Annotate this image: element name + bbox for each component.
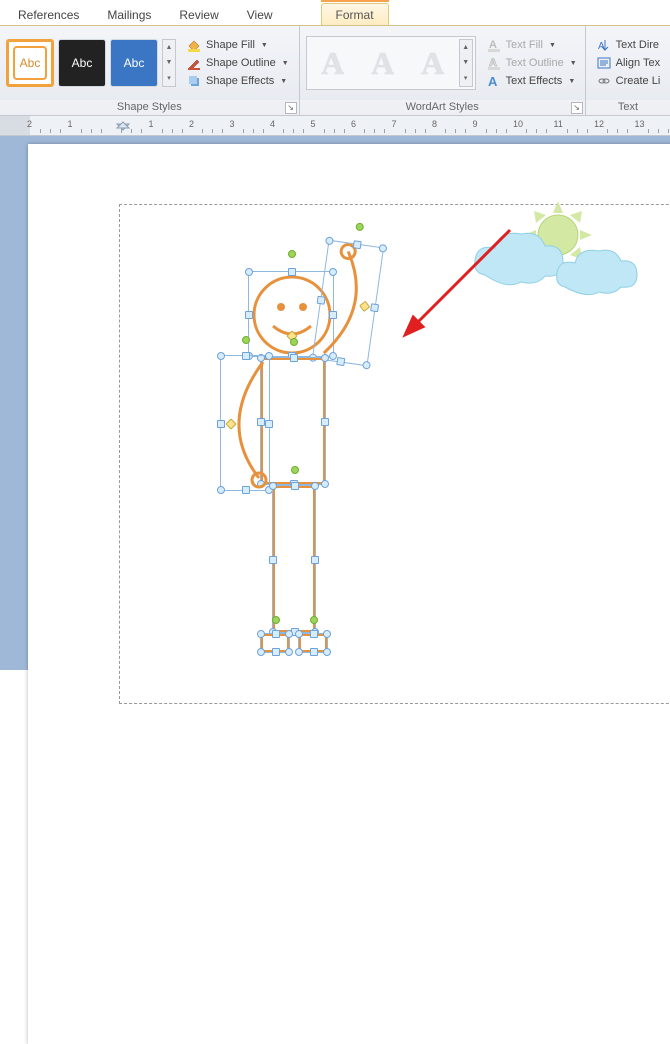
shape-fill-label: Shape Fill xyxy=(206,39,255,51)
ribbon: Abc Abc Abc ▲▼▾ Shape Fill ▼ Shape Outlin… xyxy=(0,26,670,116)
text-outline-label: Text Outline xyxy=(506,57,564,69)
ruler-number: 2 xyxy=(189,119,194,129)
horizontal-ruler[interactable]: 211234567891011121314 xyxy=(0,116,670,136)
shape-effects-button[interactable]: Shape Effects ▼ xyxy=(182,72,293,90)
shape-effects-label: Shape Effects xyxy=(206,75,274,87)
ruler-number: 12 xyxy=(594,119,604,129)
shape-style-thumb-2[interactable]: Abc xyxy=(58,39,106,87)
dialog-launcher-icon[interactable]: ↘ xyxy=(285,102,297,114)
tab-references[interactable]: References xyxy=(4,4,93,25)
text-fill-label: Text Fill xyxy=(506,39,543,51)
shape-style-label: Abc xyxy=(72,56,93,70)
dropdown-icon: ▼ xyxy=(549,42,556,49)
text-effects-label: Text Effects xyxy=(506,75,563,87)
shape-style-gallery[interactable]: Abc Abc Abc ▲▼▾ xyxy=(6,39,176,87)
create-link-button[interactable]: Create Li xyxy=(592,72,665,90)
dropdown-icon: ▼ xyxy=(280,78,287,85)
ruler-number: 13 xyxy=(635,119,645,129)
group-shape-styles: Abc Abc Abc ▲▼▾ Shape Fill ▼ Shape Outlin… xyxy=(0,26,300,115)
ruler-number: 10 xyxy=(513,119,523,129)
annotation-arrow xyxy=(400,225,520,345)
wordart-thumb-1[interactable]: A xyxy=(309,39,357,87)
wordart-thumb-2[interactable]: A xyxy=(359,39,407,87)
shape-style-label: Abc xyxy=(13,46,47,80)
drawing-canvas[interactable] xyxy=(119,204,670,704)
ruler-number: 6 xyxy=(351,119,356,129)
svg-text:A: A xyxy=(598,41,605,52)
wordart-gallery[interactable]: A A A ▲▼▾ xyxy=(306,36,476,90)
ruler-number: 8 xyxy=(432,119,437,129)
indent-marker-icon[interactable] xyxy=(115,116,131,136)
text-effects-icon: A xyxy=(486,73,502,89)
ruler-number: 5 xyxy=(311,119,316,129)
group-wordart-styles: A A A ▲▼▾ A Text Fill ▼ A Text Outline ▼ A… xyxy=(300,26,586,115)
document-area xyxy=(0,136,670,670)
ruler-number: 3 xyxy=(230,119,235,129)
text-direction-icon: A xyxy=(596,37,612,53)
tab-mailings[interactable]: Mailings xyxy=(93,4,165,25)
align-text-label: Align Tex xyxy=(616,57,660,69)
ruler-number: 1 xyxy=(68,119,73,129)
text-outline-icon: A xyxy=(486,55,502,71)
selection-legs[interactable] xyxy=(272,485,316,633)
shape-style-thumb-3[interactable]: Abc xyxy=(110,39,158,87)
dialog-launcher-icon[interactable]: ↘ xyxy=(571,102,583,114)
gallery-more-button[interactable]: ▲▼▾ xyxy=(162,39,176,87)
link-icon xyxy=(596,73,612,89)
dropdown-icon: ▼ xyxy=(282,60,289,67)
shape-fill-button[interactable]: Shape Fill ▼ xyxy=(182,36,293,54)
ruler-number: 11 xyxy=(554,119,563,129)
selection-right-arm[interactable] xyxy=(312,240,384,367)
wordart-thumb-3[interactable]: A xyxy=(409,39,457,87)
text-effects-button[interactable]: A Text Effects ▼ xyxy=(482,72,581,90)
group-text: A Text Dire Align Tex Create Li Text xyxy=(586,26,670,115)
svg-text:A: A xyxy=(488,74,498,88)
tab-review[interactable]: Review xyxy=(165,4,232,25)
gallery-more-button[interactable]: ▲▼▾ xyxy=(459,39,473,87)
shape-style-thumb-1[interactable]: Abc xyxy=(6,39,54,87)
ruler-number: 1 xyxy=(149,119,154,129)
align-text-icon xyxy=(596,55,612,71)
shape-outline-label: Shape Outline xyxy=(206,57,276,69)
text-fill-button[interactable]: A Text Fill ▼ xyxy=(482,36,581,54)
page[interactable] xyxy=(28,144,670,1044)
text-direction-button[interactable]: A Text Dire xyxy=(592,36,665,54)
group-label-wordart: WordArt Styles xyxy=(406,101,479,113)
effects-icon xyxy=(186,73,202,89)
dropdown-icon: ▼ xyxy=(570,60,577,67)
bucket-icon xyxy=(186,37,202,53)
ruler-number: 9 xyxy=(473,119,478,129)
align-text-button[interactable]: Align Tex xyxy=(592,54,665,72)
create-link-label: Create Li xyxy=(616,75,661,87)
group-label-shape-styles: Shape Styles xyxy=(117,101,182,113)
text-outline-button[interactable]: A Text Outline ▼ xyxy=(482,54,581,72)
shape-outline-button[interactable]: Shape Outline ▼ xyxy=(182,54,293,72)
shape-legs-rect[interactable] xyxy=(273,486,315,632)
text-direction-label: Text Dire xyxy=(616,39,659,51)
selection-foot-right[interactable] xyxy=(298,633,328,653)
pencil-icon xyxy=(186,55,202,71)
ribbon-tabs: References Mailings Review View Format xyxy=(0,0,670,26)
text-fill-icon: A xyxy=(486,37,502,53)
group-label-text: Text xyxy=(618,101,638,113)
selection-left-arm[interactable] xyxy=(220,355,270,491)
ruler-number: 4 xyxy=(270,119,275,129)
selection-foot-left[interactable] xyxy=(260,633,290,653)
tab-format[interactable]: Format xyxy=(321,3,389,25)
dropdown-icon: ▼ xyxy=(261,42,268,49)
ruler-number: 2 xyxy=(27,119,32,129)
ruler-number: 7 xyxy=(392,119,397,129)
tab-view[interactable]: View xyxy=(233,4,287,25)
dropdown-icon: ▼ xyxy=(568,78,575,85)
shape-style-label: Abc xyxy=(124,56,145,70)
